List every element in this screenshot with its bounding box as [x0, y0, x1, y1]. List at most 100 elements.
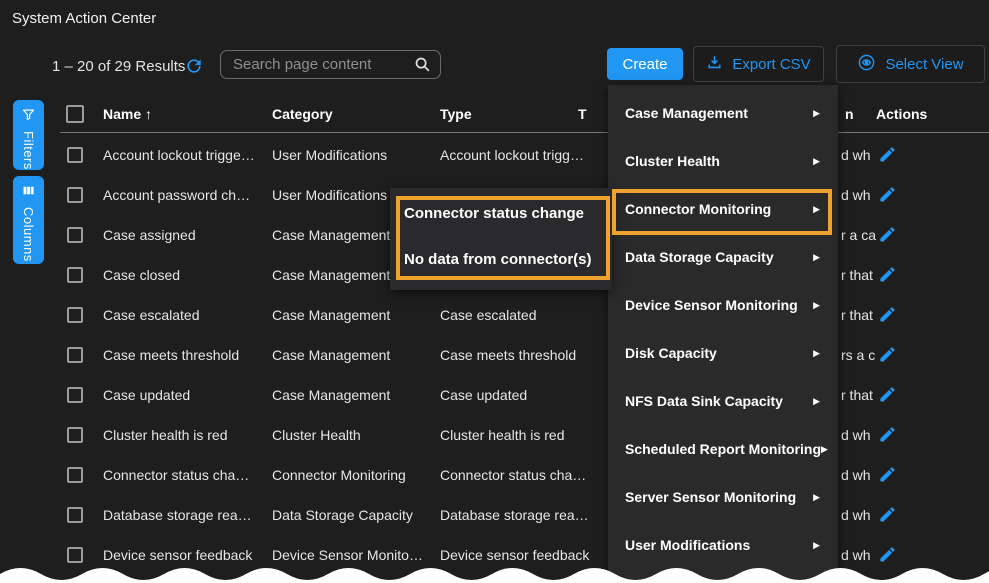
create-dropdown-menu: Case Management▶Cluster Health▶Connector…	[608, 85, 838, 583]
column-header-type[interactable]: Type	[440, 106, 472, 122]
columns-tab-label: Columns	[21, 207, 36, 262]
submenu-item[interactable]: Connector status change	[390, 190, 612, 236]
row-category: Case Management	[272, 307, 437, 323]
create-menu-item[interactable]: Cluster Health▶	[608, 137, 838, 185]
search-box	[220, 50, 441, 79]
create-button[interactable]: Create	[607, 48, 683, 80]
create-menu-item[interactable]: Case Management▶	[608, 89, 838, 137]
row-category: User Modifications	[272, 147, 437, 163]
create-menu-item-label: Server Sensor Monitoring	[625, 489, 796, 505]
row-description-fragment: d wh	[841, 507, 871, 523]
row-description-fragment: d wh	[841, 187, 871, 203]
create-menu-item[interactable]: Data Storage Capacity ▶	[608, 233, 838, 281]
edit-pencil-icon[interactable]	[878, 465, 897, 484]
create-menu-item[interactable]: Scheduled Report Monitoring▶	[608, 425, 838, 473]
row-name: Connector status cha…	[103, 467, 265, 483]
columns-tab[interactable]: Columns	[13, 176, 44, 264]
edit-pencil-icon[interactable]	[878, 385, 897, 404]
submenu-arrow-icon: ▶	[813, 156, 820, 167]
filter-funnel-icon	[21, 107, 36, 127]
row-checkbox[interactable]	[67, 307, 83, 323]
edit-pencil-icon[interactable]	[878, 225, 897, 244]
row-checkbox[interactable]	[67, 147, 83, 163]
column-header-description-fragment: n	[845, 106, 854, 122]
submenu-arrow-icon: ▶	[813, 492, 820, 503]
submenu-item[interactable]: No data from connector(s)	[390, 236, 612, 282]
create-menu-item-label: Data Storage Capacity	[625, 249, 774, 265]
row-type: Case escalated	[440, 307, 600, 323]
submenu-arrow-icon: ▶	[821, 444, 828, 455]
submenu-arrow-icon: ▶	[813, 204, 820, 215]
sort-asc-icon: ↑	[145, 106, 152, 122]
submenu-arrow-icon: ▶	[813, 252, 820, 263]
submenu-arrow-icon: ▶	[813, 300, 820, 311]
create-menu-item[interactable]: NFS Data Sink Capacity▶	[608, 377, 838, 425]
results-count: 1 – 20 of 29 Results	[52, 58, 185, 75]
table-row: Case escalatedCase ManagementCase escala…	[0, 295, 989, 335]
refresh-icon	[184, 63, 204, 80]
select-all-checkbox[interactable]	[66, 105, 84, 123]
column-header-actions: Actions	[876, 106, 927, 122]
filters-tab[interactable]: Filters	[13, 100, 44, 170]
row-category: Data Storage Capacity	[272, 507, 437, 523]
torn-edge-decoration	[0, 561, 989, 583]
column-header-category[interactable]: Category	[272, 106, 333, 122]
edit-pencil-icon[interactable]	[878, 425, 897, 444]
create-menu-item[interactable]: Server Sensor Monitoring ▶	[608, 473, 838, 521]
row-type: Case meets threshold	[440, 347, 600, 363]
row-description-fragment: r that	[841, 267, 873, 283]
create-menu-item[interactable]: Connector Monitoring ▶	[608, 185, 838, 233]
row-name: Case closed	[103, 267, 265, 283]
create-button-label: Create	[622, 56, 667, 73]
row-description-fragment: r that	[841, 387, 873, 403]
select-view-button[interactable]: Select View	[836, 45, 985, 83]
create-menu-item[interactable]: Disk Capacity▶	[608, 329, 838, 377]
column-header-name[interactable]: Name ↑	[103, 106, 152, 122]
edit-pencil-icon[interactable]	[878, 185, 897, 204]
columns-grid-icon	[21, 183, 36, 203]
create-menu-item-label: Device Sensor Monitoring	[625, 297, 798, 313]
download-icon	[706, 54, 723, 75]
create-menu-item-label: User Modifications	[625, 537, 750, 553]
row-description-fragment: rs a c	[841, 347, 875, 363]
row-checkbox[interactable]	[67, 467, 83, 483]
row-type: Database storage rea…	[440, 507, 600, 523]
row-checkbox[interactable]	[67, 227, 83, 243]
export-csv-label: Export CSV	[732, 56, 810, 73]
edit-pencil-icon[interactable]	[878, 505, 897, 524]
export-csv-button[interactable]: Export CSV	[693, 46, 824, 82]
row-name: Account password ch…	[103, 187, 265, 203]
table-row: Database storage rea…Data Storage Capaci…	[0, 495, 989, 535]
row-category: Cluster Health	[272, 427, 437, 443]
row-name: Case escalated	[103, 307, 265, 323]
row-checkbox[interactable]	[67, 347, 83, 363]
table-row: Case updatedCase ManagementCase updatedr…	[0, 375, 989, 415]
row-name: Case meets threshold	[103, 347, 265, 363]
table-row: Account lockout trigge…User Modification…	[0, 135, 989, 175]
row-checkbox[interactable]	[67, 187, 83, 203]
create-menu-item-label: Case Management	[625, 105, 748, 121]
edit-pencil-icon[interactable]	[878, 305, 897, 324]
row-checkbox[interactable]	[67, 507, 83, 523]
row-checkbox[interactable]	[67, 387, 83, 403]
edit-pencil-icon[interactable]	[878, 345, 897, 364]
create-menu-item-label: Connector Monitoring	[625, 201, 771, 217]
edit-pencil-icon[interactable]	[878, 265, 897, 284]
create-menu-item-label: Scheduled Report Monitoring	[625, 441, 821, 457]
header-divider	[60, 132, 989, 133]
row-checkbox[interactable]	[67, 427, 83, 443]
edit-pencil-icon[interactable]	[878, 145, 897, 164]
row-name: Case assigned	[103, 227, 265, 243]
search-icon[interactable]	[414, 56, 431, 73]
table-row: Case meets thresholdCase ManagementCase …	[0, 335, 989, 375]
connector-monitoring-submenu: Connector status changeNo data from conn…	[390, 188, 612, 290]
submenu-arrow-icon: ▶	[813, 540, 820, 551]
submenu-arrow-icon: ▶	[813, 348, 820, 359]
row-name: Cluster health is red	[103, 427, 265, 443]
row-checkbox[interactable]	[67, 267, 83, 283]
create-menu-item[interactable]: Device Sensor Monitoring ▶	[608, 281, 838, 329]
refresh-button[interactable]	[184, 56, 204, 76]
table-row: Connector status cha…Connector Monitorin…	[0, 455, 989, 495]
row-name: Case updated	[103, 387, 265, 403]
row-type: Case updated	[440, 387, 600, 403]
